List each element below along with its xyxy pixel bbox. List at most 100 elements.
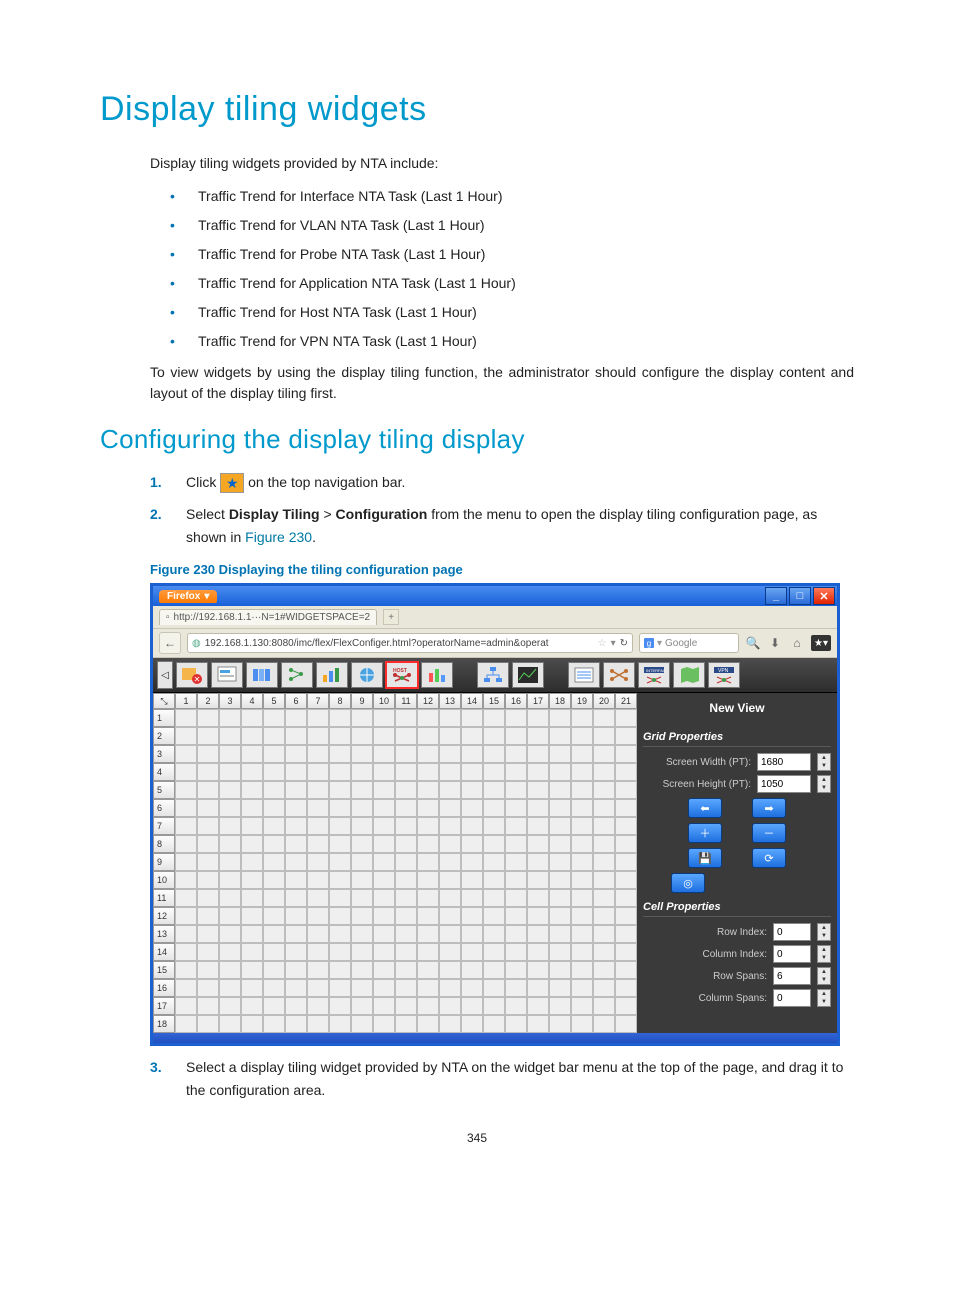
grid-row-header[interactable]: 15 <box>153 961 175 979</box>
column-spans-input[interactable]: 0 <box>773 989 811 1007</box>
grid-cell[interactable] <box>571 781 593 799</box>
grid-cell[interactable] <box>219 817 241 835</box>
column-index-input[interactable]: 0 <box>773 945 811 963</box>
grid-cell[interactable] <box>549 907 571 925</box>
grid-cell[interactable] <box>527 763 549 781</box>
grid-cell[interactable] <box>373 925 395 943</box>
grid-cell[interactable] <box>527 889 549 907</box>
grid-row-header[interactable]: 1 <box>153 709 175 727</box>
grid-cell[interactable] <box>483 925 505 943</box>
grid-cell[interactable] <box>593 727 615 745</box>
grid-cell[interactable] <box>593 835 615 853</box>
grid-cell[interactable] <box>285 781 307 799</box>
grid-row-header[interactable]: 3 <box>153 745 175 763</box>
grid-cell[interactable] <box>593 781 615 799</box>
grid-cell[interactable] <box>593 799 615 817</box>
grid-cell[interactable] <box>615 907 637 925</box>
grid-cell[interactable] <box>373 817 395 835</box>
grid-cell[interactable] <box>175 997 197 1015</box>
grid-cell[interactable] <box>263 709 285 727</box>
grid-cell[interactable] <box>395 961 417 979</box>
grid-cell[interactable] <box>307 799 329 817</box>
grid-cell[interactable] <box>417 925 439 943</box>
grid-cell[interactable] <box>593 745 615 763</box>
grid-cell[interactable] <box>329 907 351 925</box>
grid-cell[interactable] <box>263 799 285 817</box>
grid-cell[interactable] <box>593 763 615 781</box>
grid-cell[interactable] <box>307 889 329 907</box>
grid-cell[interactable] <box>329 709 351 727</box>
grid-cell[interactable] <box>571 727 593 745</box>
tool-line-chart-icon[interactable] <box>512 662 544 688</box>
grid-cell[interactable] <box>175 925 197 943</box>
search-icon[interactable]: 🔍 <box>745 636 761 650</box>
grid-cell[interactable] <box>307 871 329 889</box>
row-index-stepper[interactable]: ▲▼ <box>817 923 831 941</box>
grid-cell[interactable] <box>527 1015 549 1033</box>
grid-cell[interactable] <box>615 763 637 781</box>
grid-cell[interactable] <box>285 727 307 745</box>
grid-cell[interactable] <box>461 907 483 925</box>
grid-row-header[interactable]: 12 <box>153 907 175 925</box>
grid-cell[interactable] <box>285 907 307 925</box>
grid-cell[interactable] <box>439 853 461 871</box>
grid-cell[interactable] <box>505 1015 527 1033</box>
bookmark-star-icon[interactable]: ☆ <box>598 638 607 649</box>
grid-cell[interactable] <box>439 961 461 979</box>
grid-cell[interactable] <box>219 925 241 943</box>
tool-bars-icon[interactable] <box>316 662 348 688</box>
grid-cell[interactable] <box>373 763 395 781</box>
grid-cell[interactable] <box>395 889 417 907</box>
grid-cell[interactable] <box>329 727 351 745</box>
grid-cell[interactable] <box>219 961 241 979</box>
grid-cell[interactable] <box>505 799 527 817</box>
grid-cell[interactable] <box>549 709 571 727</box>
grid-cell[interactable] <box>395 799 417 817</box>
tool-globe-icon[interactable] <box>351 662 383 688</box>
grid-cell[interactable] <box>307 781 329 799</box>
grid-cell[interactable] <box>285 745 307 763</box>
grid-col-header[interactable]: 4 <box>241 693 263 709</box>
grid-cell[interactable] <box>461 889 483 907</box>
tool-columns-icon[interactable] <box>246 662 278 688</box>
grid-cell[interactable] <box>329 871 351 889</box>
grid-cell[interactable] <box>329 763 351 781</box>
grid-cell[interactable] <box>373 727 395 745</box>
grid-cell[interactable] <box>505 925 527 943</box>
grid-cell[interactable] <box>527 979 549 997</box>
grid-cell[interactable] <box>615 727 637 745</box>
grid-col-header[interactable]: 12 <box>417 693 439 709</box>
grid-cell[interactable] <box>395 997 417 1015</box>
grid-cell[interactable] <box>329 817 351 835</box>
grid-cell[interactable] <box>571 709 593 727</box>
grid-cell[interactable] <box>483 907 505 925</box>
grid-cell[interactable] <box>593 979 615 997</box>
grid-col-header[interactable]: 3 <box>219 693 241 709</box>
grid-cell[interactable] <box>373 835 395 853</box>
grid-cell[interactable] <box>483 979 505 997</box>
grid-cell[interactable] <box>461 997 483 1015</box>
grid-cell[interactable] <box>175 871 197 889</box>
grid-cell[interactable] <box>527 799 549 817</box>
grid-cell[interactable] <box>527 709 549 727</box>
grid-cell[interactable] <box>329 781 351 799</box>
grid-cell[interactable] <box>285 997 307 1015</box>
tool-map-icon[interactable] <box>673 662 705 688</box>
grid-cell[interactable] <box>461 979 483 997</box>
grid-cell[interactable] <box>439 799 461 817</box>
grid-cell[interactable] <box>351 907 373 925</box>
grid-cell[interactable] <box>549 745 571 763</box>
grid-cell[interactable] <box>505 907 527 925</box>
grid-cell[interactable] <box>417 907 439 925</box>
grid-cell[interactable] <box>593 817 615 835</box>
grid-cell[interactable] <box>549 889 571 907</box>
grid-cell[interactable] <box>549 853 571 871</box>
grid-cell[interactable] <box>483 889 505 907</box>
grid-cell[interactable] <box>615 817 637 835</box>
grid-cell[interactable] <box>461 763 483 781</box>
grid-row-header[interactable]: 18 <box>153 1015 175 1033</box>
grid-cell[interactable] <box>395 763 417 781</box>
grid-cell[interactable] <box>417 835 439 853</box>
remove-button[interactable]: － <box>752 823 786 843</box>
grid-cell[interactable] <box>395 745 417 763</box>
